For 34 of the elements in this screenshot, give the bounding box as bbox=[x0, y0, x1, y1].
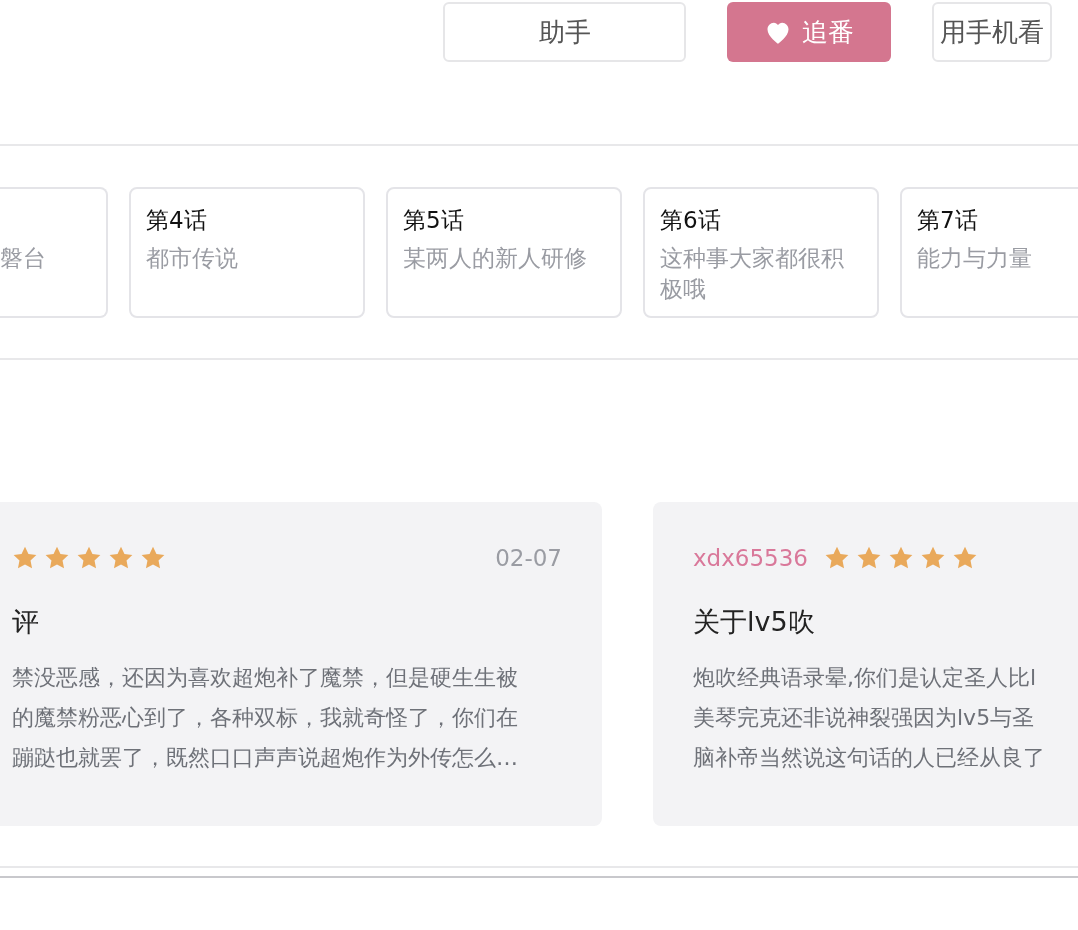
star-icon bbox=[12, 545, 38, 571]
review-text: 的魔禁粉恶心到了，各种双标，我就奇怪了，你们在 bbox=[12, 704, 519, 732]
star-icon bbox=[108, 545, 134, 571]
review-text: 蹦跶也就罢了，既然口口声声说超炮作为外传怎么… bbox=[12, 744, 519, 772]
action-button[interactable]: 用手机看 bbox=[932, 2, 1052, 62]
episode-title: 磐台 bbox=[0, 244, 47, 273]
star-icon bbox=[952, 545, 978, 571]
star-icon bbox=[824, 545, 850, 571]
review-text: 美琴完克还非说神裂强因为lv5与圣 bbox=[693, 704, 1036, 732]
episode-card[interactable]: 第6话 这种事大家都很积极哦 bbox=[643, 187, 879, 318]
episode-title: 这种事大家都很积极哦 bbox=[660, 244, 845, 304]
episode-title: 某两人的新人研修 bbox=[403, 244, 588, 273]
episode-title: 能力与力量 bbox=[917, 244, 1033, 273]
star-icon bbox=[44, 545, 70, 571]
review-text: 脑补帝当然说这句话的人已经从良了 bbox=[693, 744, 1046, 772]
star-icon bbox=[856, 545, 882, 571]
episode-card[interactable]: 第7话 能力与力量 bbox=[900, 187, 1078, 318]
star-icon bbox=[920, 545, 946, 571]
action-button[interactable]: 助手 bbox=[443, 2, 686, 62]
episode-number: 第7话 bbox=[917, 206, 979, 235]
star-icon bbox=[140, 545, 166, 571]
star-icon bbox=[888, 545, 914, 571]
episode-number: 第4话 bbox=[146, 206, 208, 235]
review-date: 02-07 bbox=[495, 545, 562, 571]
star-icon bbox=[76, 545, 102, 571]
episode-number: 第6话 bbox=[660, 206, 722, 235]
review-text: 禁没恶感，还因为喜欢超炮补了魔禁，但是硬生生被 bbox=[12, 664, 519, 692]
review-title: 关于lv5吹 bbox=[693, 605, 816, 639]
review-text: 炮吹经典语录晕,你们是认定圣人比l bbox=[693, 664, 1038, 692]
episode-card[interactable]: 第4话 都市传说 bbox=[129, 187, 365, 318]
episode-number: 第5话 bbox=[403, 206, 465, 235]
episode-title: 都市传说 bbox=[146, 244, 239, 273]
review-title: 评 bbox=[12, 605, 40, 639]
episode-card[interactable]: 第5话 某两人的新人研修 bbox=[386, 187, 622, 318]
